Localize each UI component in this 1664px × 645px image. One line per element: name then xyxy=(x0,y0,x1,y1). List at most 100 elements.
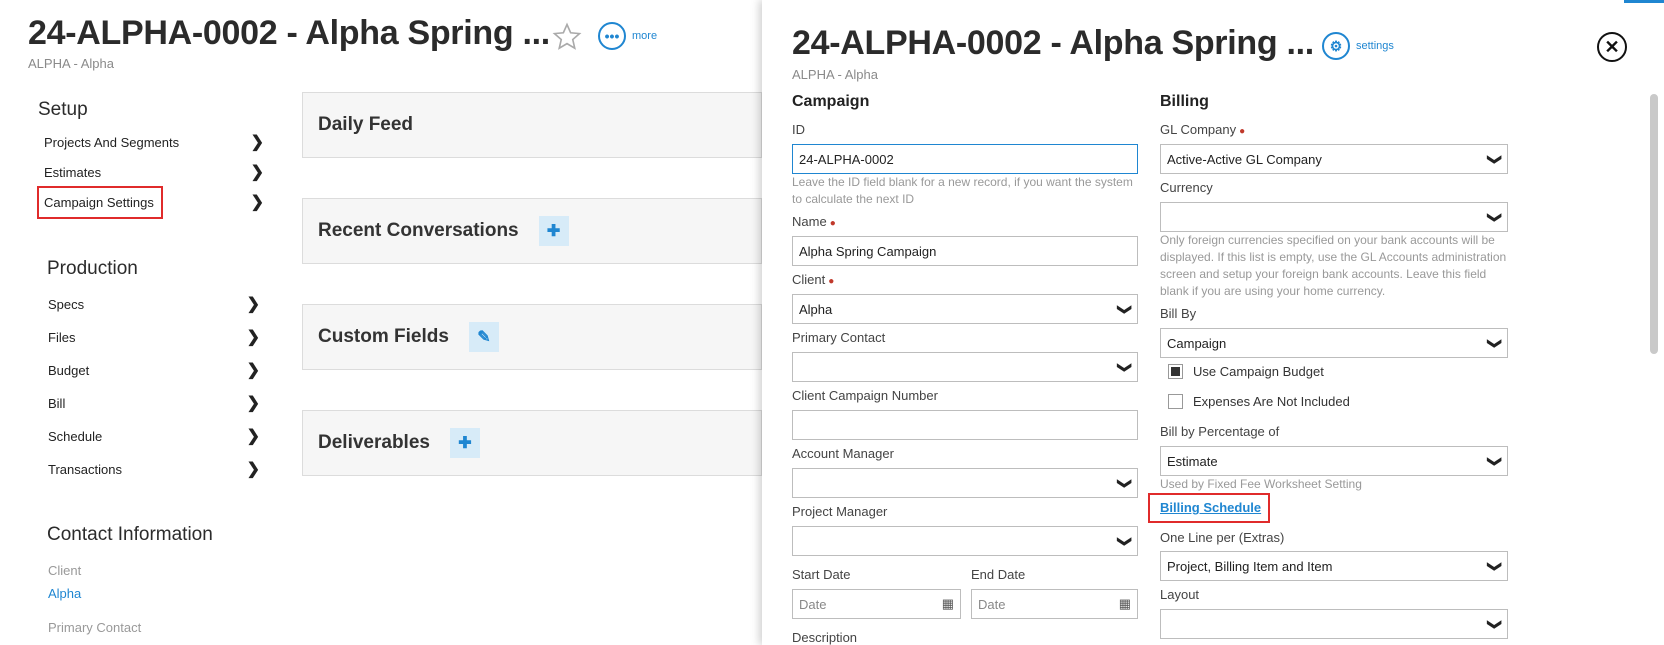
client-label: Client ● xyxy=(792,272,834,287)
bill-by-pct-value: Estimate xyxy=(1167,453,1218,469)
name-input[interactable]: Alpha Spring Campaign xyxy=(792,236,1138,266)
ellipsis-icon: ••• xyxy=(598,22,626,50)
description-label: Description xyxy=(792,630,858,645)
layout-select[interactable]: ❯ xyxy=(1160,609,1508,639)
settings-button[interactable]: ⚙ settings xyxy=(1322,32,1394,60)
nav-label: Estimates xyxy=(44,164,102,180)
nav-budget[interactable]: Budget ❯ xyxy=(48,360,260,380)
edit-pencil-icon[interactable]: ✎ xyxy=(468,322,499,352)
nav-bill[interactable]: Bill ❯ xyxy=(48,393,260,413)
close-icon: ✕ xyxy=(1604,36,1620,57)
calendar-icon[interactable]: ▦ xyxy=(1119,596,1131,612)
nav-estimates[interactable]: Estimates ❯ xyxy=(44,162,264,182)
client-select[interactable]: Alpha ❯ xyxy=(792,294,1138,324)
chevron-down-icon: ❯ xyxy=(1117,477,1134,489)
nav-label: Budget xyxy=(48,362,90,378)
expenses-not-included-checkbox[interactable] xyxy=(1168,394,1183,409)
project-manager-label: Project Manager xyxy=(792,504,888,519)
start-date-input[interactable]: Date ▦ xyxy=(792,589,961,619)
bill-by-pct-help: Used by Fixed Fee Worksheet Setting xyxy=(1160,477,1362,491)
campaign-heading: Campaign xyxy=(792,93,870,110)
contact-client-link[interactable]: Alpha xyxy=(48,586,81,601)
end-date-label: End Date xyxy=(971,567,1026,582)
panel-deliverables: Deliverables ✚ xyxy=(302,410,762,476)
start-date-placeholder: Date xyxy=(799,596,827,612)
contact-heading: Contact Information xyxy=(47,524,213,545)
project-manager-select[interactable]: ❯ xyxy=(792,526,1138,556)
bill-by-select[interactable]: Campaign ❯ xyxy=(1160,328,1508,358)
chevron-down-icon: ❯ xyxy=(1117,535,1134,547)
scrollbar-thumb[interactable] xyxy=(1650,94,1658,354)
currency-select[interactable]: ❯ xyxy=(1160,202,1508,232)
panel-recent-conversations: Recent Conversations ✚ xyxy=(302,198,762,264)
gl-company-select[interactable]: Active-Active GL Company ❯ xyxy=(1160,144,1508,174)
account-manager-select[interactable]: ❯ xyxy=(792,468,1138,498)
expenses-not-included-row[interactable]: Expenses Are Not Included xyxy=(1168,394,1350,409)
chevron-down-icon: ❯ xyxy=(1487,211,1504,223)
nav-label: Projects And Segments xyxy=(44,134,180,150)
nav-transactions[interactable]: Transactions ❯ xyxy=(48,459,260,479)
nav-projects-and-segments[interactable]: Projects And Segments ❯ xyxy=(44,132,264,152)
use-campaign-budget-checkbox[interactable] xyxy=(1168,364,1183,379)
gl-company-value: Active-Active GL Company xyxy=(1167,151,1322,167)
id-label: ID xyxy=(792,122,805,137)
use-campaign-budget-row[interactable]: Use Campaign Budget xyxy=(1168,364,1324,379)
id-help-text: Leave the ID field blank for a new recor… xyxy=(792,175,1133,206)
nav-schedule[interactable]: Schedule ❯ xyxy=(48,426,260,446)
gl-company-label-text: GL Company xyxy=(1160,122,1237,137)
more-button[interactable]: ••• more xyxy=(598,22,657,50)
production-heading: Production xyxy=(47,258,138,279)
chevron-right-icon: ❯ xyxy=(246,395,260,412)
chevron-down-icon: ❯ xyxy=(1487,337,1504,349)
campaign-drawer: 24-ALPHA-0002 - Alpha Spring ... ALPHA -… xyxy=(762,0,1664,645)
panel-title: Custom Fields xyxy=(318,326,449,347)
setup-heading: Setup xyxy=(38,99,88,120)
chevron-right-icon: ❯ xyxy=(250,134,264,151)
chevron-down-icon: ❯ xyxy=(1487,455,1504,467)
nav-label: Transactions xyxy=(48,461,122,477)
calendar-icon[interactable]: ▦ xyxy=(942,596,954,612)
expenses-not-included-label: Expenses Are Not Included xyxy=(1193,394,1350,409)
primary-contact-select[interactable]: ❯ xyxy=(792,352,1138,382)
chevron-down-icon: ❯ xyxy=(1487,153,1504,165)
currency-label: Currency xyxy=(1160,180,1213,195)
chevron-down-icon: ❯ xyxy=(1117,303,1134,315)
chevron-right-icon: ❯ xyxy=(250,194,264,211)
one-line-select[interactable]: Project, Billing Item and Item ❯ xyxy=(1160,551,1508,581)
client-campaign-number-input[interactable] xyxy=(792,410,1138,440)
account-manager-label: Account Manager xyxy=(792,446,894,461)
required-indicator: ● xyxy=(829,218,836,229)
chevron-down-icon: ❯ xyxy=(1487,618,1504,630)
contact-primary-label: Primary Contact xyxy=(48,620,142,635)
gl-company-label: GL Company ● xyxy=(1160,122,1245,137)
bill-by-pct-label: Bill by Percentage of xyxy=(1160,424,1280,439)
nav-specs[interactable]: Specs ❯ xyxy=(48,294,260,314)
chevron-right-icon: ❯ xyxy=(250,164,264,181)
page-title: 24-ALPHA-0002 - Alpha Spring ... xyxy=(28,14,550,52)
chevron-right-icon: ❯ xyxy=(246,428,260,445)
panel-title: Recent Conversations xyxy=(318,220,519,241)
nav-files[interactable]: Files ❯ xyxy=(48,327,260,347)
bill-by-value: Campaign xyxy=(1167,335,1227,351)
settings-label: settings xyxy=(1356,40,1394,52)
add-deliverable-button[interactable]: ✚ xyxy=(449,428,480,458)
panel-custom-fields: Custom Fields ✎ xyxy=(302,304,762,370)
bill-by-pct-select[interactable]: Estimate ❯ xyxy=(1160,446,1508,476)
end-date-input[interactable]: Date ▦ xyxy=(971,589,1138,619)
star-icon[interactable] xyxy=(552,22,582,52)
close-button[interactable]: ✕ xyxy=(1597,32,1627,62)
contact-client-label: Client xyxy=(48,563,82,578)
panel-daily-feed: Daily Feed xyxy=(302,92,762,158)
currency-help-text: Only foreign currencies specified on you… xyxy=(1160,233,1507,298)
id-input[interactable]: 24-ALPHA-0002 xyxy=(792,144,1138,174)
chevron-right-icon: ❯ xyxy=(246,329,260,346)
top-accent-bar xyxy=(1624,0,1664,3)
client-value: Alpha xyxy=(799,301,833,317)
required-indicator: ● xyxy=(828,276,835,287)
client-campaign-number-label: Client Campaign Number xyxy=(792,388,938,403)
id-value: 24-ALPHA-0002 xyxy=(799,151,894,167)
add-conversation-button[interactable]: ✚ xyxy=(538,216,569,246)
billing-heading: Billing xyxy=(1160,93,1209,110)
chevron-down-icon: ❯ xyxy=(1487,560,1504,572)
nav-label: Specs xyxy=(48,296,85,312)
